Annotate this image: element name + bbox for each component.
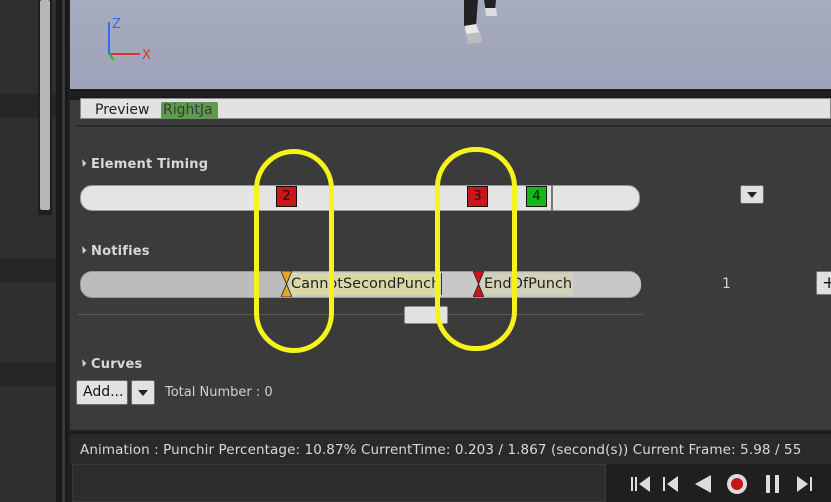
timing-scrub-line [551, 185, 553, 211]
element-timing-title: Element Timing [91, 157, 209, 172]
transport-bar [70, 464, 831, 502]
divider [76, 125, 831, 127]
collapse-arrow-icon [78, 159, 87, 167]
character-feet [464, 0, 497, 44]
preview-label: Preview [95, 102, 150, 118]
highlight-annotation [254, 149, 334, 353]
element-timing-header[interactable]: Element Timing [78, 157, 209, 172]
outliner-scrollbar[interactable] [40, 0, 50, 210]
record-icon[interactable] [724, 472, 750, 496]
add-curve-button[interactable]: Add... [76, 380, 128, 405]
outliner-row[interactable] [0, 258, 56, 282]
collapse-arrow-icon [78, 246, 87, 254]
step-forward-icon[interactable] [792, 472, 818, 496]
preview-bar[interactable]: Preview RightJa [80, 98, 831, 119]
animation-status-text: Animation : Punchir Percentage: 10.87% C… [80, 442, 802, 458]
curves-header[interactable]: Curves [78, 357, 143, 372]
axis-z-label: Z [112, 17, 121, 32]
preview-viewport[interactable]: Z X [70, 0, 831, 92]
axis-x-label: X [142, 48, 151, 63]
curves-total-number: Total Number : 0 [165, 385, 273, 400]
notifies-title: Notifies [91, 244, 150, 259]
highlight-annotation [435, 147, 517, 351]
add-curve-dropdown[interactable] [131, 380, 155, 405]
timeline-scrubber[interactable] [72, 464, 606, 502]
animation-status-bar: Animation : Punchir Percentage: 10.87% C… [70, 432, 831, 464]
collapse-arrow-icon [78, 359, 87, 367]
outliner-row[interactable] [0, 362, 56, 386]
outliner-panel [0, 0, 56, 502]
pause-icon[interactable] [760, 472, 786, 496]
add-notify-track-button[interactable]: + [816, 271, 831, 295]
curves-title: Curves [91, 357, 143, 372]
axis-gizmo-icon: Z X [108, 17, 151, 63]
to-start-icon[interactable] [628, 472, 654, 496]
notifies-track-count: 1 [722, 276, 731, 292]
element-timing-track[interactable] [80, 185, 640, 211]
notifies-header[interactable]: Notifies [78, 244, 150, 259]
play-reverse-icon[interactable] [690, 472, 716, 496]
preview-anim-chip[interactable]: RightJa [161, 102, 218, 119]
divider [78, 314, 643, 315]
step-back-icon[interactable] [658, 472, 684, 496]
splitter-line [62, 0, 65, 502]
element-timing-dropdown[interactable] [740, 185, 764, 204]
timing-marker[interactable]: 4 [526, 186, 547, 207]
